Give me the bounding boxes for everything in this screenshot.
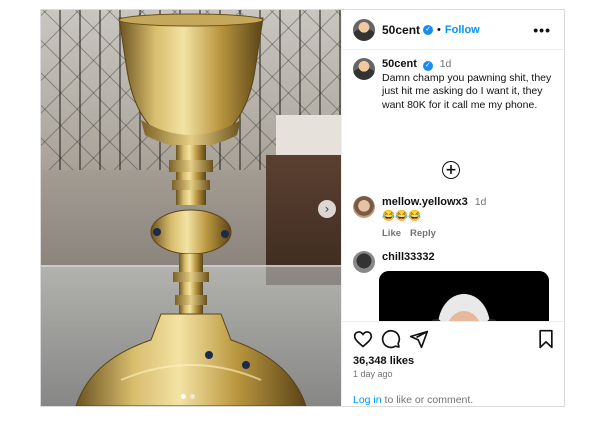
caption-username[interactable]: 50cent [382,58,417,70]
post-image[interactable]: › [41,10,341,406]
carousel-dot-active [181,394,186,399]
author-username[interactable]: 50cent [382,23,420,37]
comment-icon[interactable] [381,329,401,349]
action-bar [353,329,553,351]
comment-item: chill33332 [353,251,552,273]
plus-circle-icon[interactable]: + [442,161,460,179]
comment-reply-button[interactable]: Reply [410,227,436,241]
post-footer: 36,348 likes 1 day ago Log in to like or… [342,321,564,407]
comment-username[interactable]: chill33332 [382,251,435,263]
more-options-icon[interactable]: ••• [533,22,551,38]
carousel-dots [181,394,195,399]
share-icon[interactable] [409,329,429,349]
follow-button[interactable]: Follow [445,24,480,36]
comment-item: mellow.yellowx3 1d 😂😂😂 Like Reply [353,196,552,241]
author-avatar[interactable] [353,18,375,41]
post-timestamp: 1 day ago [353,369,393,379]
comment-gif-image [379,271,549,321]
comment-like-button[interactable]: Like [382,227,401,241]
post-card: › 50cent ✓ • Follow ••• 50cent ✓ 1d Damn… [40,9,565,407]
login-prompt: Log in to like or comment. [353,394,473,406]
heart-icon[interactable] [353,329,373,349]
caption-avatar[interactable] [353,58,375,80]
separator-dot: • [437,23,441,36]
bookmark-icon[interactable] [537,329,555,349]
comments-section[interactable]: 50cent ✓ 1d Damn champ you pawning shit,… [342,51,564,321]
comment-text: 😂😂😂 [382,209,422,222]
verified-badge-icon: ✓ [423,24,434,35]
gif-illustration [379,271,549,321]
post-header: 50cent ✓ • Follow ••• [342,10,564,50]
login-link[interactable]: Log in [353,394,382,406]
comment-avatar[interactable] [353,196,375,218]
comment-username[interactable]: mellow.yellowx3 [382,196,468,208]
carousel-next-button[interactable]: › [318,200,336,218]
post-side-panel: 50cent ✓ • Follow ••• 50cent ✓ 1d Damn c… [341,10,564,406]
caption-time: 1d [439,58,452,70]
carousel-dot [190,394,195,399]
comment-avatar[interactable] [353,251,375,273]
comment-time: 1d [474,196,487,208]
login-prompt-text: to like or comment. [381,394,474,406]
likes-count[interactable]: 36,348 likes [353,355,414,367]
verified-badge-icon: ✓ [422,60,433,71]
caption-text: Damn champ you pawning shit, they just h… [382,71,552,111]
post-caption: 50cent ✓ 1d Damn champ you pawning shit,… [353,58,558,112]
chalice-image [75,13,307,406]
chevron-right-icon: › [324,202,330,216]
